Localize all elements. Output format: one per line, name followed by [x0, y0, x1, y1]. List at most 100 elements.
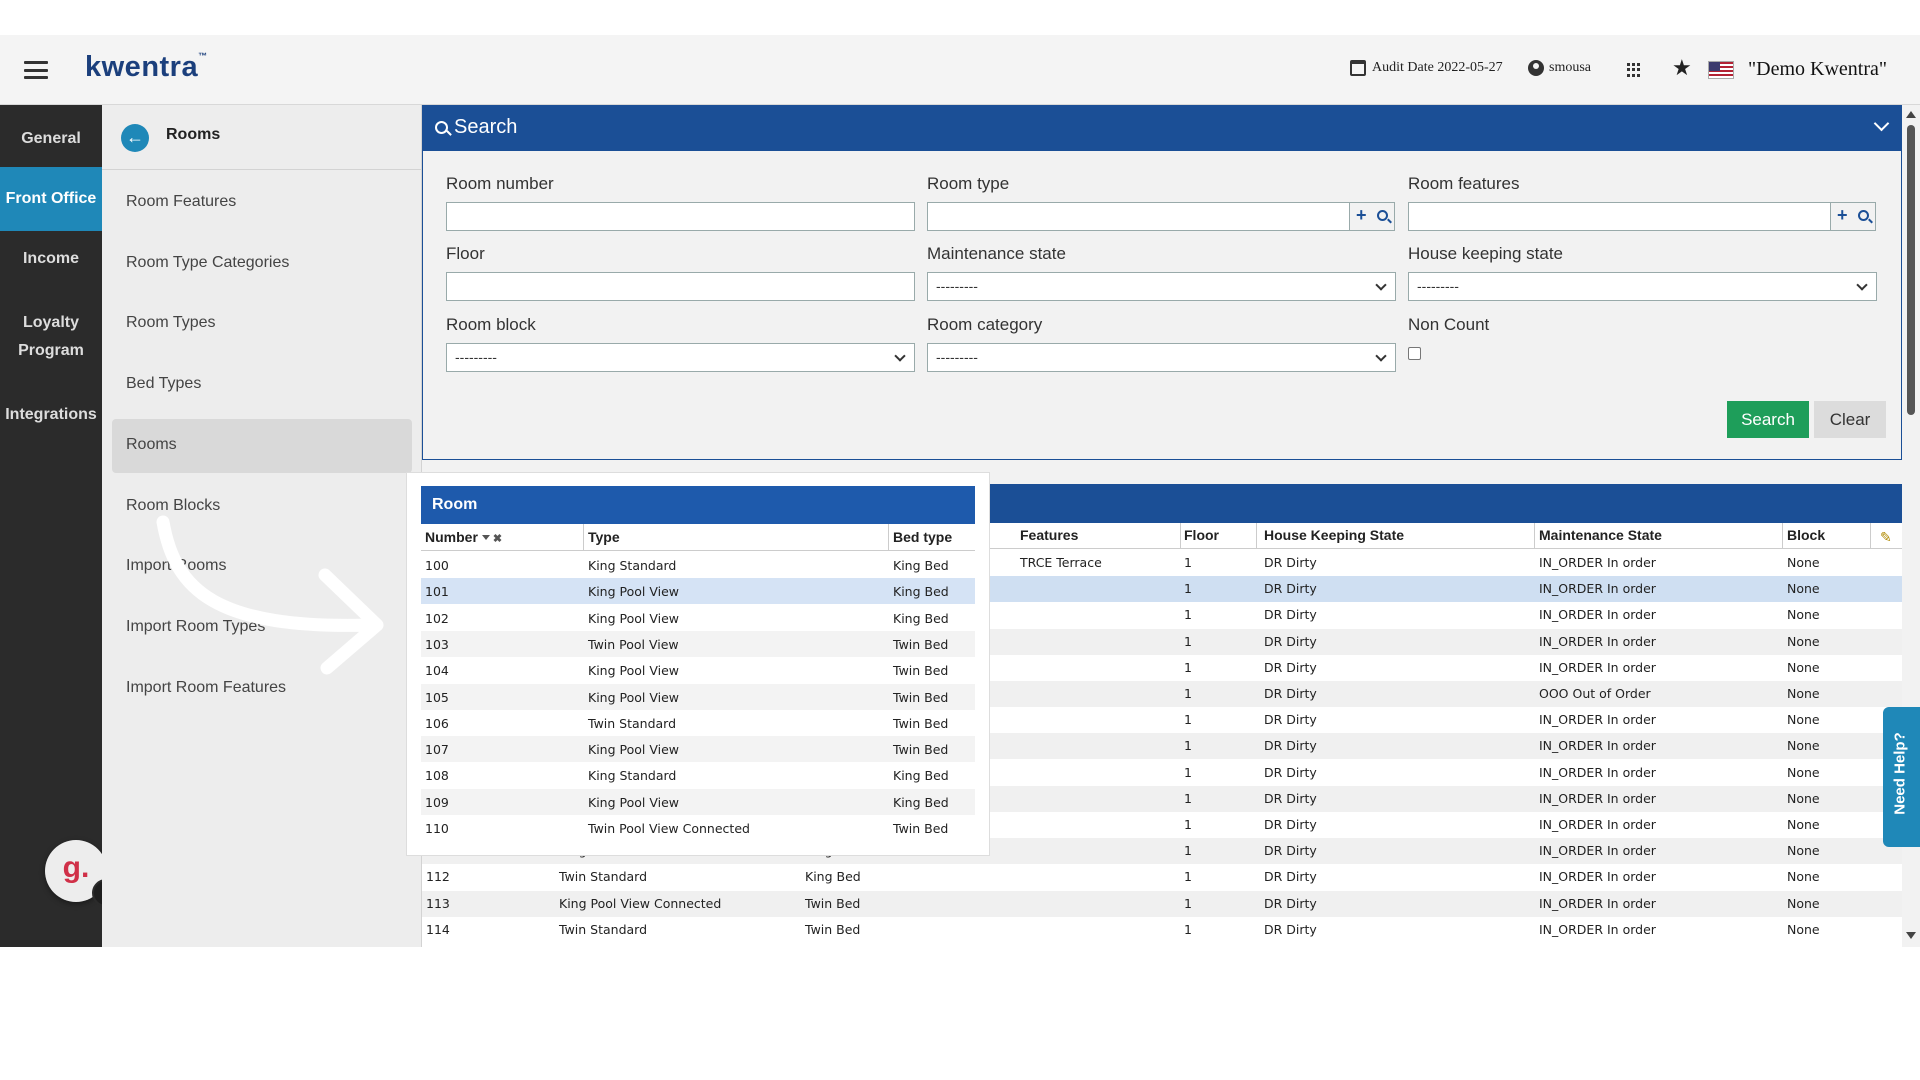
- cell-hk: DR Dirty: [1264, 686, 1317, 701]
- logo[interactable]: kwentra™: [85, 51, 208, 84]
- cell-block: None: [1787, 869, 1820, 885]
- user-menu[interactable]: smousa: [1528, 60, 1591, 76]
- cell-type: Twin Standard: [559, 869, 648, 885]
- room-type-label: Room type: [927, 174, 1010, 193]
- room-card-cell-bed: Twin Bed: [893, 715, 949, 731]
- room-card-row[interactable]: 107 King Pool View Twin Bed: [421, 736, 975, 763]
- housekeeping-state-label: House keeping state: [1408, 244, 1563, 263]
- room-card-cell-number: 106: [425, 715, 449, 731]
- room-card-columns: Number ✖ Type Bed type: [421, 524, 975, 551]
- nav-income[interactable]: Income: [0, 245, 102, 273]
- cell-floor: 1: [1184, 581, 1192, 597]
- cell-maint: IN_ORDER In order: [1539, 843, 1656, 859]
- cell-block: None: [1787, 581, 1820, 597]
- need-help-tab[interactable]: Need Help?: [1883, 707, 1920, 847]
- cell-floor: 1: [1184, 790, 1192, 806]
- submenu-item-room-type-categories[interactable]: Room Type Categories: [126, 254, 289, 272]
- room-card-cell-type: King Pool View: [588, 663, 679, 679]
- audit-date: Audit Date 2022-05-27: [1350, 60, 1503, 76]
- room-type-lookup-button[interactable]: +: [1349, 202, 1395, 231]
- room-card-row[interactable]: 109 King Pool View King Bed: [421, 788, 975, 815]
- arrow-left-icon[interactable]: ←: [121, 124, 149, 152]
- room-card-cell-number: 108: [425, 768, 449, 784]
- nav-general[interactable]: General: [0, 125, 102, 153]
- scroll-up-icon[interactable]: [1906, 111, 1916, 118]
- table-row[interactable]: 112 Twin Standard King Bed 1 DR Dirty IN_ORDE…: [422, 864, 1902, 890]
- pencil-icon[interactable]: ✎: [1880, 529, 1894, 545]
- table-row[interactable]: 113 King Pool View Connected Twin Bed 1 DR D…: [422, 890, 1902, 917]
- scroll-thumb[interactable]: [1907, 125, 1915, 415]
- company-name[interactable]: "Demo Kwentra": [1748, 58, 1887, 81]
- hamburger-icon[interactable]: [24, 61, 48, 79]
- column-maintenance-state[interactable]: Maintenance State: [1539, 527, 1662, 543]
- room-features-input[interactable]: [1408, 202, 1831, 231]
- search-button[interactable]: Search: [1727, 401, 1809, 438]
- room-features-lookup-button[interactable]: +: [1830, 202, 1876, 231]
- cell-maint: IN_ORDER In order: [1539, 921, 1656, 937]
- maintenance-state-select[interactable]: ---------: [927, 272, 1396, 301]
- room-card-cell-bed: Twin Bed: [893, 742, 949, 758]
- column-features[interactable]: Features: [1020, 527, 1078, 543]
- room-number-label: Room number: [446, 174, 554, 193]
- room-category-select[interactable]: ---------: [927, 343, 1396, 372]
- room-card-cell-number: 104: [425, 663, 449, 679]
- column-number[interactable]: Number ✖: [425, 529, 502, 545]
- floor-label: Floor: [446, 244, 485, 263]
- cell-hk: DR Dirty: [1264, 764, 1317, 780]
- submenu-item-room-types[interactable]: Room Types: [126, 314, 216, 332]
- us-flag-icon[interactable]: [1708, 61, 1734, 79]
- floor-input[interactable]: [446, 272, 915, 301]
- column-divider: [1534, 523, 1535, 549]
- cell-maint: IN_ORDER In order: [1539, 790, 1656, 806]
- room-card-row[interactable]: 108 King Standard King Bed: [421, 762, 975, 788]
- cell-maint: IN_ORDER In order: [1539, 712, 1656, 728]
- room-zoom-card: Room Number ✖ Type Bed type 100 King Stand…: [407, 473, 989, 855]
- nav-front-office[interactable]: Front Office: [0, 167, 102, 231]
- submenu-item-room-features[interactable]: Room Features: [126, 193, 236, 211]
- column-block[interactable]: Block: [1787, 527, 1825, 543]
- cell-maint: IN_ORDER In order: [1539, 738, 1656, 754]
- room-card-row[interactable]: 103 Twin Pool View Twin Bed: [421, 630, 975, 657]
- nav-loyalty-program[interactable]: Program: [0, 337, 102, 365]
- room-block-select[interactable]: ---------: [446, 343, 915, 372]
- room-card-row[interactable]: 101 King Pool View King Bed: [421, 578, 975, 605]
- clear-button[interactable]: Clear: [1814, 401, 1886, 438]
- room-number-input[interactable]: [446, 202, 915, 231]
- cell-block: None: [1787, 817, 1820, 832]
- chevron-down-icon[interactable]: [1873, 115, 1890, 132]
- room-card-row[interactable]: 105 King Pool View Twin Bed: [421, 683, 975, 710]
- room-type-input[interactable]: [927, 202, 1350, 231]
- cell-hk: DR Dirty: [1264, 581, 1317, 597]
- room-card-cell-bed: King Bed: [893, 794, 949, 810]
- sort-desc-icon[interactable]: [481, 535, 490, 540]
- room-card-row[interactable]: 100 King Standard King Bed: [421, 552, 975, 578]
- column-housekeeping-state[interactable]: House Keeping State: [1264, 527, 1404, 543]
- room-card-row[interactable]: 102 King Pool View King Bed: [421, 605, 975, 631]
- nav-integrations[interactable]: Integrations: [0, 401, 102, 429]
- room-card-row[interactable]: 110 Twin Pool View Connected Twin Bed: [421, 815, 975, 841]
- table-row[interactable]: 114 Twin Standard Twin Bed 1 DR Dirty IN_ORDE…: [422, 917, 1902, 943]
- room-card-row[interactable]: 106 Twin Standard Twin Bed: [421, 710, 975, 736]
- cell-block: None: [1787, 764, 1820, 780]
- cell-hk: DR Dirty: [1264, 817, 1317, 832]
- non-count-checkbox[interactable]: [1408, 347, 1421, 360]
- cell-maint: IN_ORDER In order: [1539, 869, 1656, 885]
- star-icon[interactable]: ★: [1672, 55, 1692, 81]
- housekeeping-state-select[interactable]: ---------: [1408, 272, 1877, 301]
- cell-floor: 1: [1184, 738, 1192, 754]
- cell-floor: 1: [1184, 921, 1192, 937]
- column-type[interactable]: Type: [588, 529, 620, 545]
- submenu-item-rooms[interactable]: Rooms: [126, 436, 177, 454]
- grid-icon[interactable]: [1627, 63, 1641, 77]
- cell-hk: DR Dirty: [1264, 712, 1317, 728]
- column-bed-type[interactable]: Bed type: [893, 529, 952, 545]
- column-floor[interactable]: Floor: [1184, 527, 1219, 543]
- room-card-row[interactable]: 104 King Pool View Twin Bed: [421, 657, 975, 683]
- nav-loyalty[interactable]: Loyalty: [0, 309, 102, 337]
- scroll-down-icon[interactable]: [1906, 932, 1916, 939]
- cell-block: None: [1787, 607, 1820, 623]
- search-panel-header[interactable]: Search: [423, 106, 1901, 151]
- cell-hk: DR Dirty: [1264, 895, 1317, 911]
- close-icon[interactable]: ✖: [493, 532, 502, 545]
- submenu-item-bed-types[interactable]: Bed Types: [126, 375, 201, 393]
